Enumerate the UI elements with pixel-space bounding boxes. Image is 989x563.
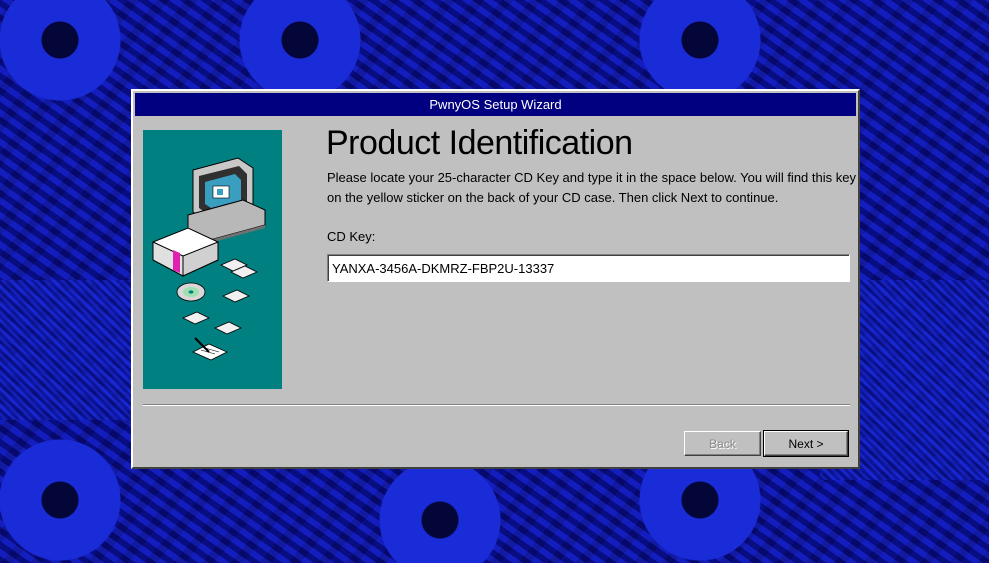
setup-wizard-window: PwnyOS Setup Wizard Product Identificati… [131,89,860,469]
cd-key-label: CD Key: [327,229,376,244]
next-button[interactable]: Next > [763,430,849,457]
back-button[interactable]: Back [684,431,761,456]
cd-rom-icon [176,282,206,302]
cd-key-input[interactable] [327,254,850,282]
window-title-bar[interactable]: PwnyOS Setup Wizard [135,93,856,116]
wizard-side-illustration [143,130,282,389]
document-pen-icon [192,337,228,361]
setup-illustration-svg [152,157,266,361]
desktop-wallpaper: PwnyOS Setup Wizard Product Identificati… [0,0,989,563]
instructions-text: Please locate your 25-character CD Key a… [327,170,856,205]
wallpaper-pattern [0,280,131,420]
button-separator [143,404,850,406]
computer-icon [187,157,266,243]
page-title: Product Identification [326,124,633,162]
